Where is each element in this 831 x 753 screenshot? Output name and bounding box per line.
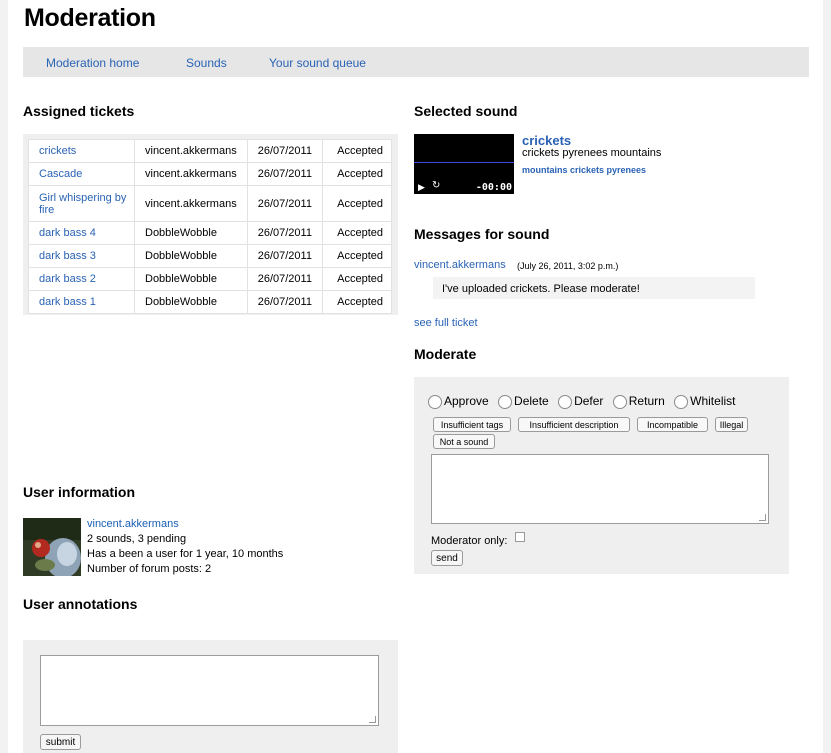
waveform <box>414 162 514 163</box>
return-option[interactable]: Return <box>612 394 665 409</box>
moderation-message-textarea[interactable] <box>431 454 769 524</box>
ticket-user: vincent.akkermans <box>134 162 248 186</box>
page-title: Moderation <box>24 4 156 32</box>
assigned-tickets-table: crickets vincent.akkermans 26/07/2011 Accep… <box>28 139 393 314</box>
ticket-date: 26/07/2011 <box>246 290 323 314</box>
moderation-actions: Approve Delete Defer Return Whitelist <box>428 394 741 409</box>
ticket-status: Accepted <box>321 221 393 245</box>
nav-sounds[interactable]: Sounds <box>186 56 227 70</box>
nav-bar: Moderation home Sounds Your sound queue <box>23 47 809 77</box>
incompatible-button[interactable]: Incompatible <box>637 417 708 432</box>
table-row: dark bass 3 DobbleWobble 26/07/2011 Accepte… <box>28 244 393 268</box>
annotation-textarea[interactable] <box>40 655 379 726</box>
message-bubble: I've uploaded crickets. Please moderate! <box>433 277 755 299</box>
play-icon[interactable]: ▶ <box>418 182 425 193</box>
table-row: dark bass 4 DobbleWobble 26/07/2011 Accepte… <box>28 221 393 245</box>
sound-player[interactable]: ▶ ↻ -00:00 <box>414 134 514 194</box>
ticket-date: 26/07/2011 <box>246 139 323 163</box>
ticket-date: 26/07/2011 <box>246 221 323 245</box>
user-annotations-panel: submit <box>23 640 398 753</box>
whitelist-radio[interactable] <box>674 394 689 409</box>
assigned-tickets-panel: crickets vincent.akkermans 26/07/2011 Accep… <box>23 134 398 315</box>
assigned-tickets-title: Assigned tickets <box>23 103 135 119</box>
resize-handle-icon[interactable] <box>369 716 376 723</box>
page: Moderation Moderation home Sounds Your s… <box>8 0 823 753</box>
user-sounds-count: 2 sounds, 3 pending <box>87 533 187 545</box>
moderate-panel: Approve Delete Defer Return Whitelist In… <box>414 377 789 574</box>
sound-description: crickets pyrenees mountains <box>522 147 662 159</box>
defer-option[interactable]: Defer <box>558 394 603 409</box>
ticket-sound-link[interactable]: Cascade <box>28 162 135 186</box>
selected-sound-title: Selected sound <box>414 103 518 119</box>
illegal-button[interactable]: Illegal <box>715 417 748 432</box>
submit-button[interactable]: submit <box>40 734 81 750</box>
insufficient-description-button[interactable]: Insufficient description <box>518 417 630 432</box>
not-a-sound-button[interactable]: Not a sound <box>433 434 495 449</box>
ticket-date: 26/07/2011 <box>246 244 323 268</box>
message-date: (July 26, 2011, 3:02 p.m.) <box>517 261 619 271</box>
ticket-user: DobbleWobble <box>134 290 248 314</box>
ticket-status: Accepted <box>321 139 393 163</box>
table-row: dark bass 2 DobbleWobble 26/07/2011 Accepte… <box>28 267 393 291</box>
ticket-user: vincent.akkermans <box>134 185 248 222</box>
moderator-only-checkbox[interactable] <box>515 532 525 542</box>
insufficient-tags-button[interactable]: Insufficient tags <box>433 417 511 432</box>
table-row: Girl whispering by fire vincent.akkermans… <box>28 185 393 222</box>
ticket-user: DobbleWobble <box>134 244 248 268</box>
player-time: -00:00 <box>475 182 512 193</box>
ticket-sound-link[interactable]: crickets <box>28 139 135 163</box>
whitelist-option[interactable]: Whitelist <box>674 394 735 409</box>
nav-moderation-home[interactable]: Moderation home <box>46 56 139 70</box>
approve-radio[interactable] <box>428 394 442 409</box>
ticket-user: DobbleWobble <box>134 221 248 245</box>
ticket-status: Accepted <box>321 290 393 314</box>
ticket-date: 26/07/2011 <box>246 162 323 186</box>
delete-option[interactable]: Delete <box>498 394 549 409</box>
table-row: Cascade vincent.akkermans 26/07/2011 Accept… <box>28 162 393 186</box>
sound-tags-link[interactable]: mountains crickets pyrenees <box>522 165 646 175</box>
ticket-date: 26/07/2011 <box>246 267 323 291</box>
table-row: crickets vincent.akkermans 26/07/2011 Accep… <box>28 139 393 163</box>
moderate-title: Moderate <box>414 346 477 362</box>
table-row: dark bass 1 DobbleWobble 26/07/2011 Accepte… <box>28 290 393 314</box>
user-membership: Has a been a user for 1 year, 10 months <box>87 548 284 560</box>
user-forum-posts: Number of forum posts: 2 <box>87 563 212 575</box>
ticket-status: Accepted <box>321 267 393 291</box>
defer-radio[interactable] <box>558 394 573 409</box>
ticket-sound-link[interactable]: dark bass 2 <box>28 267 135 291</box>
see-full-ticket-link[interactable]: see full ticket <box>414 317 478 329</box>
delete-radio[interactable] <box>498 394 513 409</box>
ticket-status: Accepted <box>321 185 393 222</box>
return-radio[interactable] <box>612 394 627 409</box>
ticket-status: Accepted <box>321 162 393 186</box>
user-information-title: User information <box>23 484 136 500</box>
messages-title: Messages for sound <box>414 226 550 242</box>
ticket-user: DobbleWobble <box>134 267 248 291</box>
sound-name-link[interactable]: crickets <box>522 133 571 148</box>
message-text: I've uploaded crickets. Please moderate! <box>442 283 640 295</box>
ticket-status: Accepted <box>321 244 393 268</box>
avatar-image <box>23 518 81 576</box>
user-annotations-title: User annotations <box>23 596 138 612</box>
ticket-user: vincent.akkermans <box>134 139 248 163</box>
loop-icon[interactable]: ↻ <box>432 180 440 191</box>
ticket-date: 26/07/2011 <box>246 185 323 222</box>
message-user-link[interactable]: vincent.akkermans <box>414 259 506 271</box>
approve-option[interactable]: Approve <box>428 394 489 409</box>
avatar <box>23 518 81 576</box>
send-button[interactable]: send <box>431 550 463 566</box>
moderator-only-label: Moderator only: <box>431 535 508 547</box>
ticket-sound-link[interactable]: dark bass 1 <box>28 290 135 314</box>
nav-your-sound-queue[interactable]: Your sound queue <box>269 56 366 70</box>
user-profile-link[interactable]: vincent.akkermans <box>87 518 179 530</box>
ticket-sound-link[interactable]: dark bass 3 <box>28 244 135 268</box>
ticket-sound-link[interactable]: dark bass 4 <box>28 221 135 245</box>
ticket-sound-link[interactable]: Girl whispering by fire <box>28 185 135 222</box>
resize-handle-icon[interactable] <box>759 514 766 521</box>
